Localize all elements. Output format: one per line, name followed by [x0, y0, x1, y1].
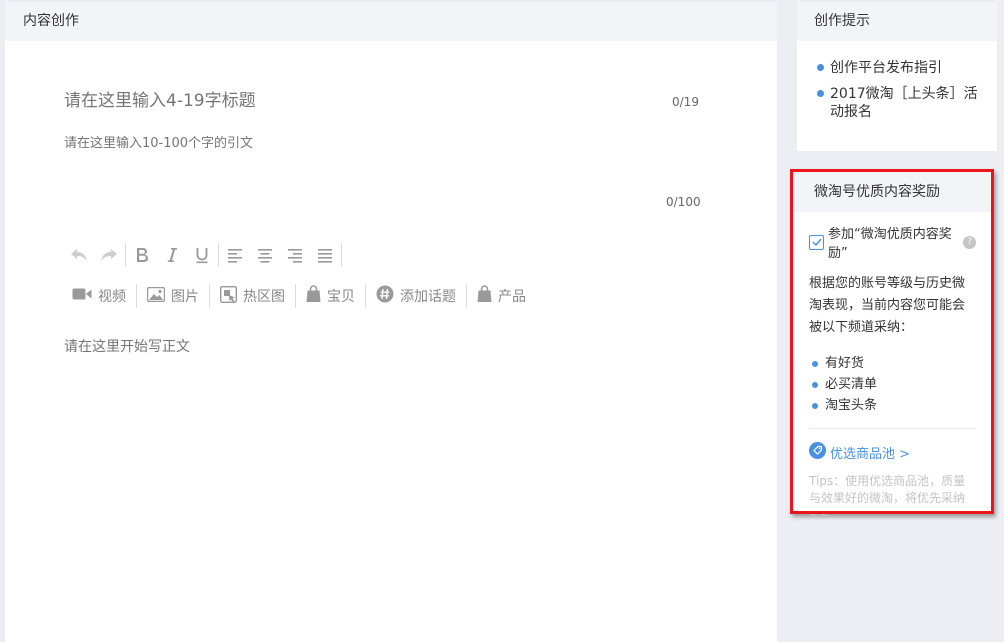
lead-input[interactable]	[64, 136, 704, 151]
insert-item-label: 宝贝	[327, 289, 355, 305]
add-topic-label: 添加话题	[400, 289, 456, 305]
tips-link-publish-guide[interactable]: 创作平台发布指引	[817, 59, 983, 77]
title-char-count: 0/19	[672, 95, 699, 109]
lead-char-count: 0/100	[666, 195, 701, 209]
toolbar-divider	[125, 243, 126, 267]
hotspot-icon	[219, 285, 238, 307]
add-topic-button[interactable]: 添加话题	[366, 284, 466, 308]
title-input[interactable]	[64, 91, 704, 111]
hashtag-icon	[376, 285, 394, 307]
toolbar-divider	[218, 243, 219, 267]
creation-tips-panel: 创作提示 创作平台发布指引 2017微淘［上头条］活动报名	[797, 2, 997, 151]
reward-checkbox-label: 参加“微淘优质内容奖励”	[828, 227, 952, 261]
toolbar-divider	[341, 243, 342, 267]
product-pool-label: 优选商品池 >	[830, 447, 911, 462]
insert-item-button[interactable]: 宝贝	[296, 284, 365, 308]
image-icon	[146, 286, 166, 306]
reward-header: 微淘号优质内容奖励	[793, 172, 991, 212]
editor-header: 内容创作	[5, 2, 777, 41]
insert-hotspot-button[interactable]: 热区图	[210, 284, 295, 308]
format-toolbar	[64, 242, 343, 268]
tips-header: 创作提示	[797, 2, 997, 41]
align-right-icon[interactable]	[280, 242, 310, 268]
video-icon	[72, 287, 92, 305]
channel-item: 有好货	[812, 353, 976, 374]
divider	[809, 428, 976, 429]
tag-icon	[809, 442, 826, 463]
align-center-icon[interactable]	[250, 242, 280, 268]
quality-reward-panel: 微淘号优质内容奖励 参加“微淘优质内容奖励” ? 根据您的账号等级与历史微淘表现…	[790, 169, 994, 522]
bag-icon	[306, 285, 321, 307]
insert-video-label: 视频	[98, 289, 126, 305]
tips-list: 创作平台发布指引 2017微淘［上头条］活动报名	[797, 41, 997, 121]
channel-item: 必买清单	[812, 374, 976, 395]
insert-product-button[interactable]: 产品	[467, 284, 536, 308]
product-pool-tip: Tips：使用优选商品池，质量与效果好的微淘，将优先采纳~~	[809, 474, 966, 522]
insert-image-label: 图片	[171, 289, 199, 305]
reward-checkbox-row[interactable]: 参加“微淘优质内容奖励” ?	[809, 223, 976, 261]
insert-video-button[interactable]: 视频	[68, 284, 136, 308]
align-justify-icon[interactable]	[310, 242, 340, 268]
help-icon[interactable]: ?	[963, 235, 976, 249]
insert-toolbar: 视频 图片 热区图 宝贝 添加话题 产品	[68, 283, 536, 309]
reward-description: 根据您的账号等级与历史微淘表现，当前内容您可能会被以下频道采纳：	[809, 276, 966, 335]
channel-list: 有好货 必买清单 淘宝头条	[809, 353, 976, 416]
undo-icon[interactable]	[64, 242, 94, 268]
channel-item: 淘宝头条	[812, 395, 976, 416]
checkmark-icon	[812, 238, 822, 246]
underline-icon[interactable]	[187, 242, 217, 268]
bag-icon	[477, 285, 492, 307]
insert-image-button[interactable]: 图片	[137, 284, 209, 308]
product-pool-link[interactable]: 优选商品池 >	[809, 442, 976, 463]
insert-product-label: 产品	[498, 289, 526, 305]
tips-link-event-signup[interactable]: 2017微淘［上头条］活动报名	[817, 85, 983, 121]
insert-hotspot-label: 热区图	[243, 289, 285, 305]
content-editor-panel: 内容创作 0/19 0/100	[5, 2, 777, 642]
reward-checkbox[interactable]	[809, 234, 824, 250]
bold-icon[interactable]	[127, 242, 157, 268]
align-left-icon[interactable]	[220, 242, 250, 268]
italic-icon[interactable]	[157, 242, 187, 268]
redo-icon[interactable]	[94, 242, 124, 268]
body-editor[interactable]	[64, 336, 764, 626]
